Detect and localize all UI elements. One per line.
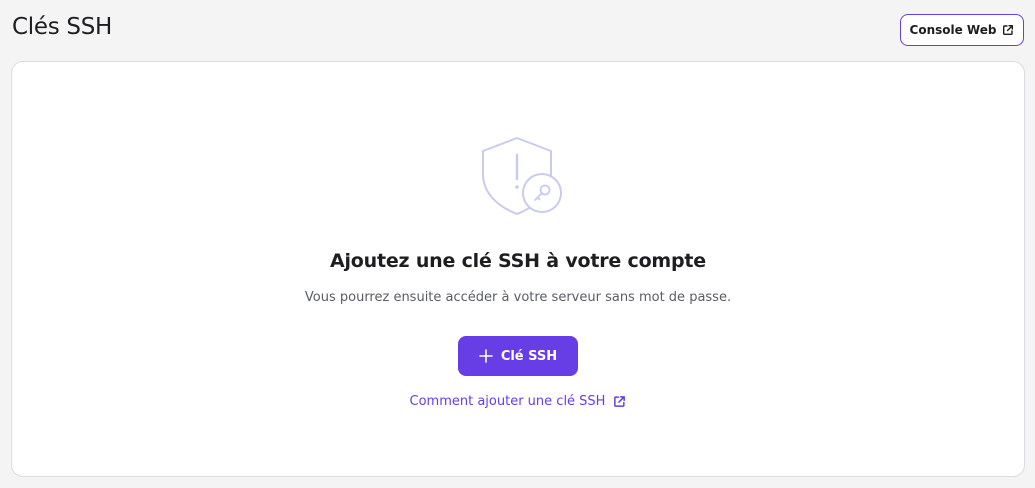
external-link-icon	[1002, 24, 1014, 36]
external-link-icon	[613, 395, 626, 408]
plus-icon	[479, 349, 493, 363]
page-title: Clés SSH	[12, 14, 112, 40]
empty-state-description: Vous pourrez ensuite accéder à votre ser…	[304, 290, 732, 305]
add-ssh-key-label: Clé SSH	[500, 348, 558, 364]
help-link[interactable]: Comment ajouter une clé SSH	[12, 394, 1024, 409]
console-web-button[interactable]: Console Web	[900, 14, 1024, 46]
help-link-label: Comment ajouter une clé SSH	[409, 394, 606, 409]
console-web-label: Console Web	[909, 23, 997, 37]
empty-state-title: Ajoutez une clé SSH à votre compte	[329, 250, 706, 272]
ssh-keys-card: Ajoutez une clé SSH à votre compte Vous …	[11, 61, 1025, 477]
shield-key-icon	[482, 135, 564, 217]
add-ssh-key-button[interactable]: Clé SSH	[458, 336, 578, 376]
